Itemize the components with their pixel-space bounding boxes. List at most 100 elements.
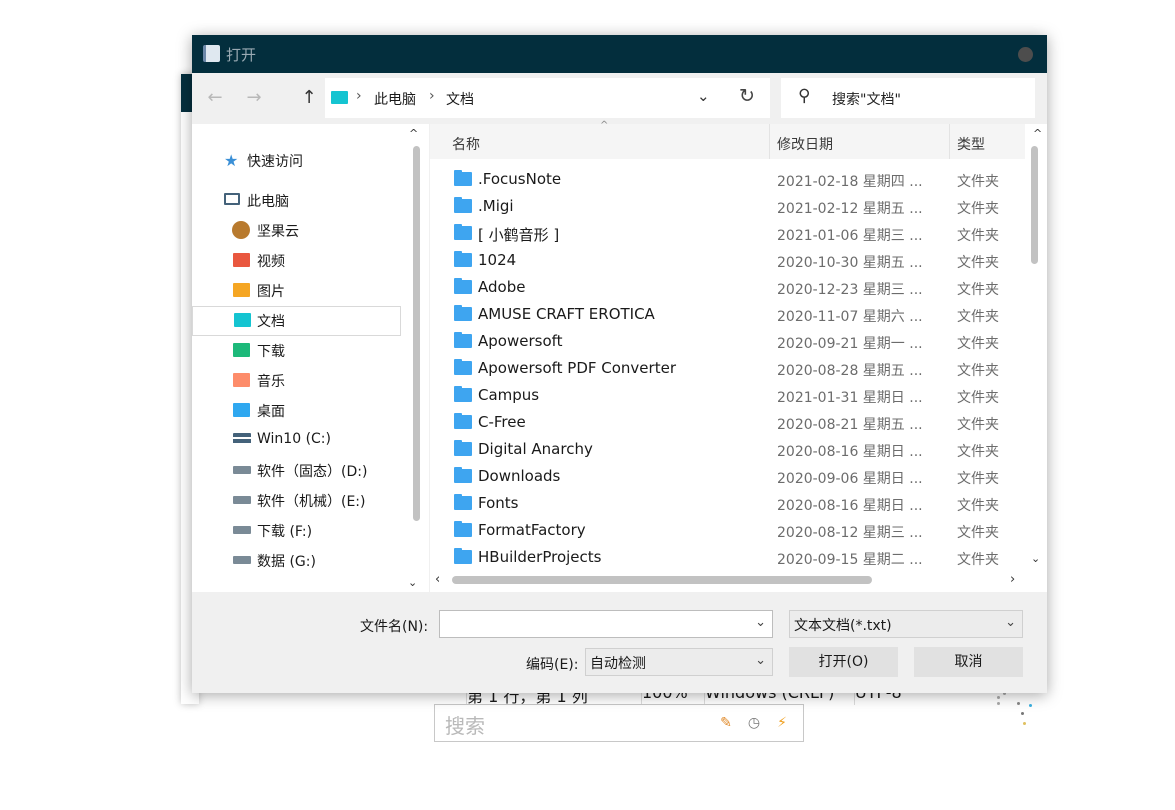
open-button[interactable]: 打开(O) (789, 647, 898, 677)
video-folder-icon (233, 253, 250, 267)
table-row[interactable]: AMUSE CRAFT EROTICA 2020-11-07 星期六 ... 文件夹 (430, 301, 1025, 328)
forward-arrow-icon[interactable]: → (242, 86, 266, 110)
table-row[interactable]: Fonts 2020-08-16 星期日 ... 文件夹 (430, 490, 1025, 517)
table-row[interactable]: C-Free 2020-08-21 星期五 ... 文件夹 (430, 409, 1025, 436)
table-row[interactable]: Campus 2021-01-31 星期日 ... 文件夹 (430, 382, 1025, 409)
address-bar[interactable]: › 此电脑 › 文档 ⌄ ↻ (325, 78, 770, 118)
horizontal-scrollbar-thumb[interactable] (452, 576, 872, 584)
folder-icon (454, 413, 472, 429)
file-date: 2021-01-31 星期日 ... (777, 390, 923, 406)
chevron-down-icon[interactable]: ⌄ (755, 653, 766, 668)
nav-item-drive-f[interactable]: 下载 (F:) (192, 516, 401, 546)
column-date[interactable]: 修改日期 (777, 134, 833, 154)
close-icon[interactable] (1018, 47, 1033, 62)
folder-icon (454, 494, 472, 510)
edit-icon[interactable]: ✎ (717, 714, 735, 732)
refresh-icon[interactable]: ↻ (739, 85, 755, 107)
chevron-down-icon[interactable]: ⌄ (1005, 615, 1016, 630)
nav-item-desktop[interactable]: 桌面 (192, 396, 401, 426)
nav-item-this-pc[interactable]: 此电脑 (192, 186, 401, 216)
scroll-down-icon[interactable]: ⌄ (1031, 552, 1040, 565)
nav-item-label: 数据 (G:) (257, 554, 316, 570)
nav-item-label: 视频 (257, 254, 285, 270)
filename-label: 文件名(N): (360, 619, 429, 635)
file-type: 文件夹 (957, 228, 999, 244)
computer-icon (224, 193, 240, 205)
folder-icon (454, 224, 472, 240)
file-type: 文件夹 (957, 498, 999, 514)
cancel-button[interactable]: 取消 (914, 647, 1023, 677)
nav-item-drive-c[interactable]: Win10 (C:) (192, 426, 401, 456)
scroll-up-icon[interactable]: ^ (1033, 127, 1042, 140)
scroll-down-icon[interactable]: ⌄ (408, 576, 417, 589)
file-date: 2020-09-15 星期二 ... (777, 552, 923, 568)
notepad-icon (203, 45, 220, 62)
table-row[interactable]: Apowersoft 2020-09-21 星期一 ... 文件夹 (430, 328, 1025, 355)
nav-item-music[interactable]: 音乐 (192, 366, 401, 396)
table-row[interactable]: HBuilderProjects 2020-09-15 星期二 ... 文件夹 (430, 544, 1025, 571)
table-row[interactable]: 1024 2020-10-30 星期五 ... 文件夹 (430, 247, 1025, 274)
nav-item-label: 坚果云 (257, 224, 299, 240)
file-name: .Migi (478, 197, 514, 215)
filename-input[interactable]: ⌄ (439, 610, 773, 638)
drive-icon (233, 556, 251, 564)
search-widget[interactable]: 搜索 ✎ ◷ ⚡ (434, 704, 804, 742)
horizontal-scrollbar[interactable]: ‹ › (430, 570, 1025, 590)
table-row[interactable]: .Migi 2021-02-12 星期五 ... 文件夹 (430, 193, 1025, 220)
column-type[interactable]: 类型 (957, 134, 985, 154)
file-name: .FocusNote (478, 170, 562, 188)
nav-item-videos[interactable]: 视频 (192, 246, 401, 276)
search-input[interactable]: ⚲ 搜索"文档" (781, 78, 1035, 118)
search-icon: ⚲ (798, 86, 811, 106)
downloads-folder-icon (233, 343, 250, 357)
clock-icon[interactable]: ◷ (745, 714, 763, 732)
file-type: 文件夹 (957, 525, 999, 541)
chevron-down-icon[interactable]: ⌄ (697, 87, 710, 105)
nav-item-documents[interactable]: 文档 (192, 306, 401, 336)
encoding-label: 编码(E): (526, 657, 579, 673)
scroll-right-icon[interactable]: › (1010, 572, 1015, 587)
navigation-pane: ★ 快速访问 此电脑 坚果云 视频 图片 文档 下载 音乐 桌面 Win10 (… (192, 124, 429, 592)
table-row[interactable]: FormatFactory 2020-08-12 星期三 ... 文件夹 (430, 517, 1025, 544)
breadcrumb-this-pc[interactable]: 此电脑 (374, 89, 416, 109)
table-row[interactable]: [ 小鹤音形 ] 2021-01-06 星期三 ... 文件夹 (430, 220, 1025, 247)
folder-icon (454, 548, 472, 564)
breadcrumb-documents[interactable]: 文档 (446, 89, 474, 109)
folder-icon (454, 359, 472, 375)
nav-item-drive-d[interactable]: 软件（固态）(D:) (192, 456, 401, 486)
encoding-select[interactable]: 自动检测 ⌄ (585, 648, 773, 676)
table-row[interactable]: Apowersoft PDF Converter 2020-08-28 星期五 .… (430, 355, 1025, 382)
nav-item-label: 图片 (257, 284, 285, 300)
nav-item-drive-e[interactable]: 软件（机械）(E:) (192, 486, 401, 516)
table-row[interactable]: Adobe 2020-12-23 星期三 ... 文件夹 (430, 274, 1025, 301)
desktop-folder-icon (233, 403, 250, 417)
nav-item-label: 桌面 (257, 404, 285, 420)
nav-item-drive-g[interactable]: 数据 (G:) (192, 546, 401, 576)
up-arrow-icon[interactable]: ↑ (297, 86, 321, 110)
table-row[interactable]: .FocusNote 2021-02-18 星期四 ... 文件夹 (430, 166, 1025, 193)
file-name: [ 小鹤音形 ] (478, 226, 560, 244)
filetype-select[interactable]: 文本文档(*.txt) ⌄ (789, 610, 1023, 638)
file-type: 文件夹 (957, 309, 999, 325)
table-row[interactable]: Downloads 2020-09-06 星期日 ... 文件夹 (430, 463, 1025, 490)
file-list-scrollbar-thumb[interactable] (1031, 146, 1038, 264)
navpane-scrollbar-thumb[interactable] (413, 146, 420, 521)
nav-item-quick-access[interactable]: ★ 快速访问 (192, 146, 401, 176)
scroll-left-icon[interactable]: ‹ (435, 572, 440, 587)
acorn-icon (232, 221, 250, 239)
star-icon: ★ (224, 151, 239, 170)
folder-icon (454, 521, 472, 537)
back-arrow-icon[interactable]: ← (203, 86, 227, 110)
file-type: 文件夹 (957, 417, 999, 433)
nav-item-label: 下载 (257, 344, 285, 360)
scroll-up-icon[interactable]: ^ (409, 127, 418, 140)
lightning-icon[interactable]: ⚡ (773, 714, 791, 732)
table-row[interactable]: Digital Anarchy 2020-08-16 星期日 ... 文件夹 (430, 436, 1025, 463)
nav-item-pictures[interactable]: 图片 (192, 276, 401, 306)
file-date: 2020-11-07 星期六 ... (777, 309, 923, 325)
chevron-down-icon[interactable]: ⌄ (755, 615, 766, 630)
column-name[interactable]: 名称 (452, 134, 480, 154)
file-name: C-Free (478, 413, 526, 431)
nav-item-downloads[interactable]: 下载 (192, 336, 401, 366)
nav-item-jianguoyun[interactable]: 坚果云 (192, 216, 401, 246)
